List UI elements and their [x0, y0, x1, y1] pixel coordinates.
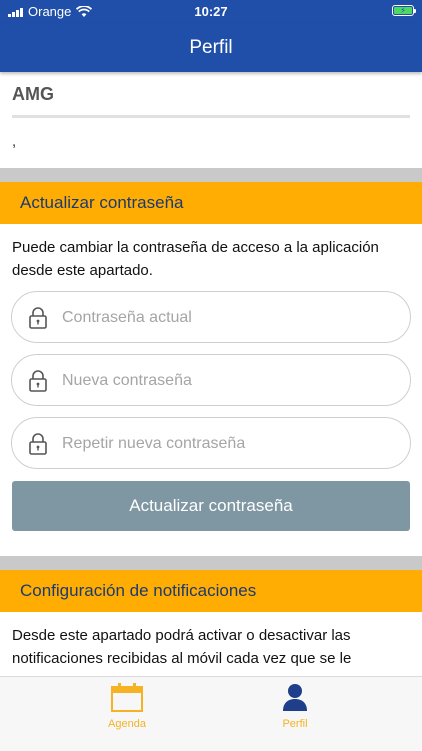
calendar-icon — [111, 683, 143, 712]
lock-icon — [29, 370, 47, 392]
current-password-field[interactable] — [11, 291, 411, 343]
notifications-section-header: Configuración de notificaciones — [0, 570, 422, 612]
section-separator — [0, 168, 422, 182]
battery-icon: ⚡ — [392, 5, 416, 16]
user-divider — [12, 115, 410, 118]
password-section-description: Puede cambiar la contraseña de acceso a … — [12, 239, 379, 279]
tab-perfil[interactable]: Perfil — [235, 683, 355, 730]
tab-agenda-label: Agenda — [108, 718, 146, 730]
status-time: 10:27 — [194, 4, 228, 19]
user-name: AMG — [12, 84, 54, 104]
section-separator — [0, 556, 422, 570]
repeat-password-field[interactable] — [11, 417, 411, 469]
update-password-button[interactable]: Actualizar contraseña — [12, 481, 410, 531]
lock-icon — [29, 433, 47, 455]
page-title: Perfil — [189, 37, 233, 58]
tab-perfil-label: Perfil — [282, 718, 308, 730]
new-password-field[interactable] — [11, 354, 411, 406]
tab-bar: Agenda Perfil — [0, 676, 422, 751]
user-extra-info: , — [12, 133, 17, 150]
password-section-header: Actualizar contraseña — [0, 182, 422, 224]
current-password-input[interactable] — [60, 304, 394, 332]
nav-bar: Perfil — [0, 24, 422, 72]
repeat-password-input[interactable] — [60, 430, 394, 458]
lock-icon — [29, 307, 47, 329]
tab-agenda[interactable]: Agenda — [67, 683, 187, 730]
new-password-input[interactable] — [60, 367, 394, 395]
person-icon — [283, 684, 307, 711]
status-bar: Orange 10:27 ⚡ — [0, 0, 422, 24]
notifications-section-description: Desde este apartado podrá activar o desa… — [12, 627, 352, 667]
